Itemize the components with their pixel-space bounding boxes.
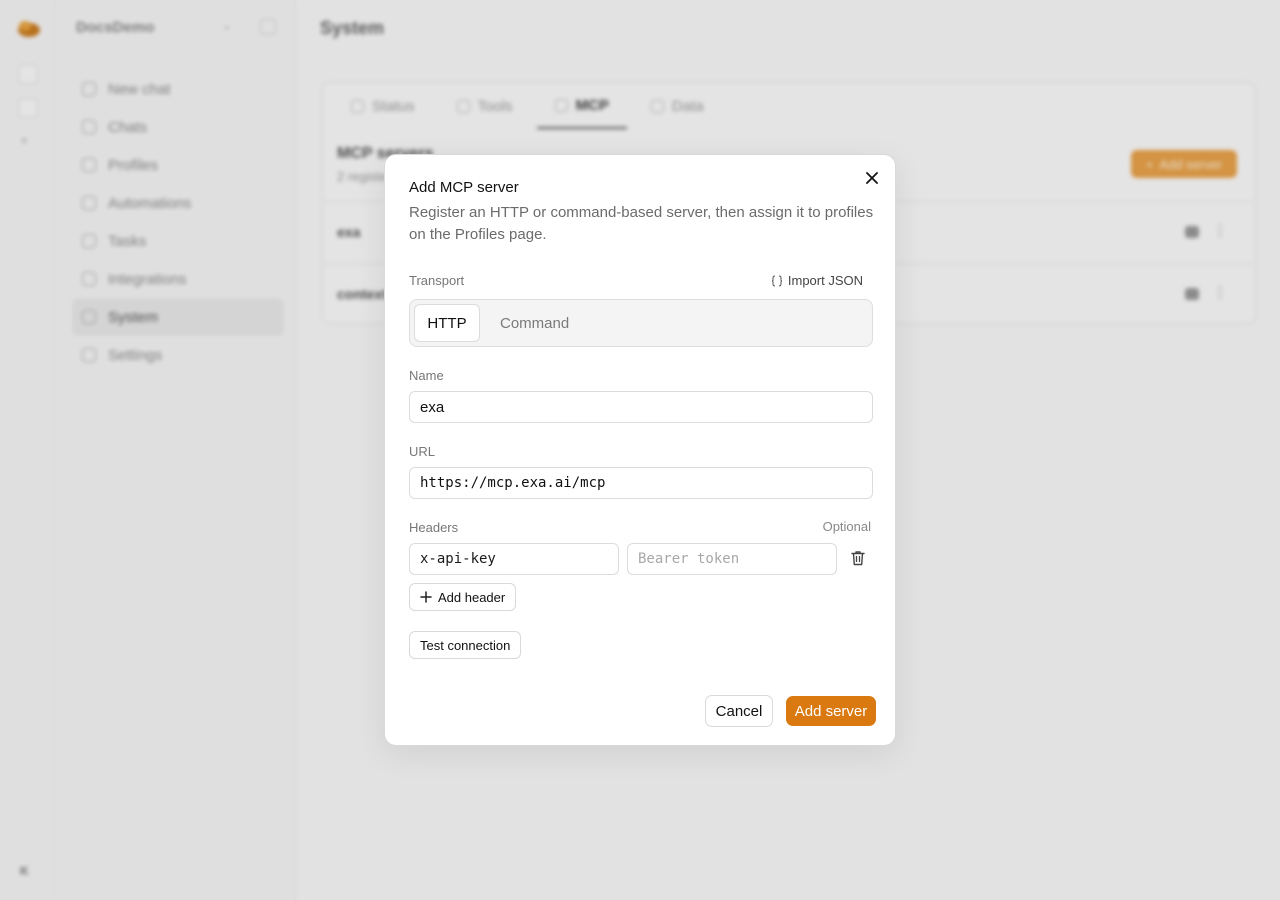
transport-segmented-control: HTTP Command [409,299,873,347]
header-key-value: x-api-key [420,551,496,567]
name-field[interactable]: exa [409,391,873,423]
dialog-title: Add MCP server [409,179,519,196]
transport-label: Transport [409,273,465,288]
header-value-placeholder: Bearer token [638,551,740,567]
headers-label: Headers [409,520,459,535]
url-field[interactable]: https://mcp.exa.ai/mcp [409,467,873,499]
name-label: Name [409,368,444,383]
plus-icon [420,591,432,603]
import-json-button[interactable]: Import JSON [771,273,863,288]
braces-icon [771,275,782,286]
trash-icon[interactable] [849,549,867,567]
test-connection-button[interactable]: Test connection [409,631,522,659]
url-value: https://mcp.exa.ai/mcp [420,475,606,491]
name-value: exa [420,398,445,416]
dialog-description: Register an HTTP or command-based server… [409,204,874,243]
add-server-button[interactable]: Add server [786,696,876,726]
header-value-field[interactable]: Bearer token [627,543,837,575]
header-key-field[interactable]: x-api-key [409,543,619,575]
transport-command-option[interactable]: Command [500,304,569,342]
headers-optional-hint: Optional [822,519,871,534]
close-icon [866,172,878,184]
transport-http-option[interactable]: HTTP [414,304,480,342]
url-label: URL [409,444,436,459]
add-mcp-server-dialog: Add MCP server Register an HTTP or comma… [384,154,896,746]
add-header-button[interactable]: Add header [409,583,517,611]
cancel-button[interactable]: Cancel [705,695,773,727]
close-button[interactable] [863,169,881,187]
